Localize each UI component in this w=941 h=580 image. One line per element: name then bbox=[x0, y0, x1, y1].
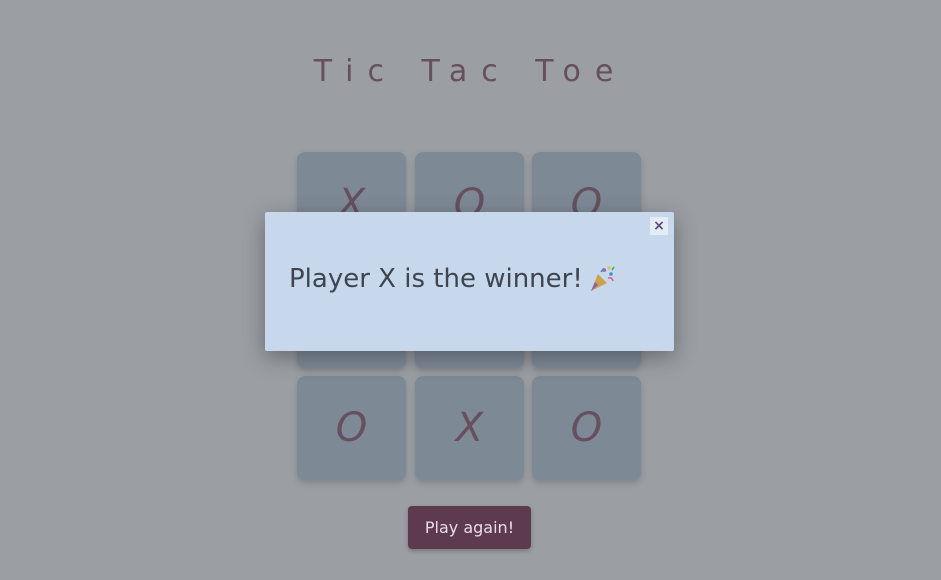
party-popper-icon bbox=[587, 264, 617, 294]
close-icon[interactable]: × bbox=[650, 217, 668, 235]
play-again-button[interactable]: Play again! bbox=[408, 506, 531, 549]
winner-message-text: Player X is the winner! bbox=[289, 264, 583, 294]
winner-message: Player X is the winner! bbox=[289, 264, 617, 294]
winner-modal: × Player X is the winner! bbox=[265, 212, 674, 351]
